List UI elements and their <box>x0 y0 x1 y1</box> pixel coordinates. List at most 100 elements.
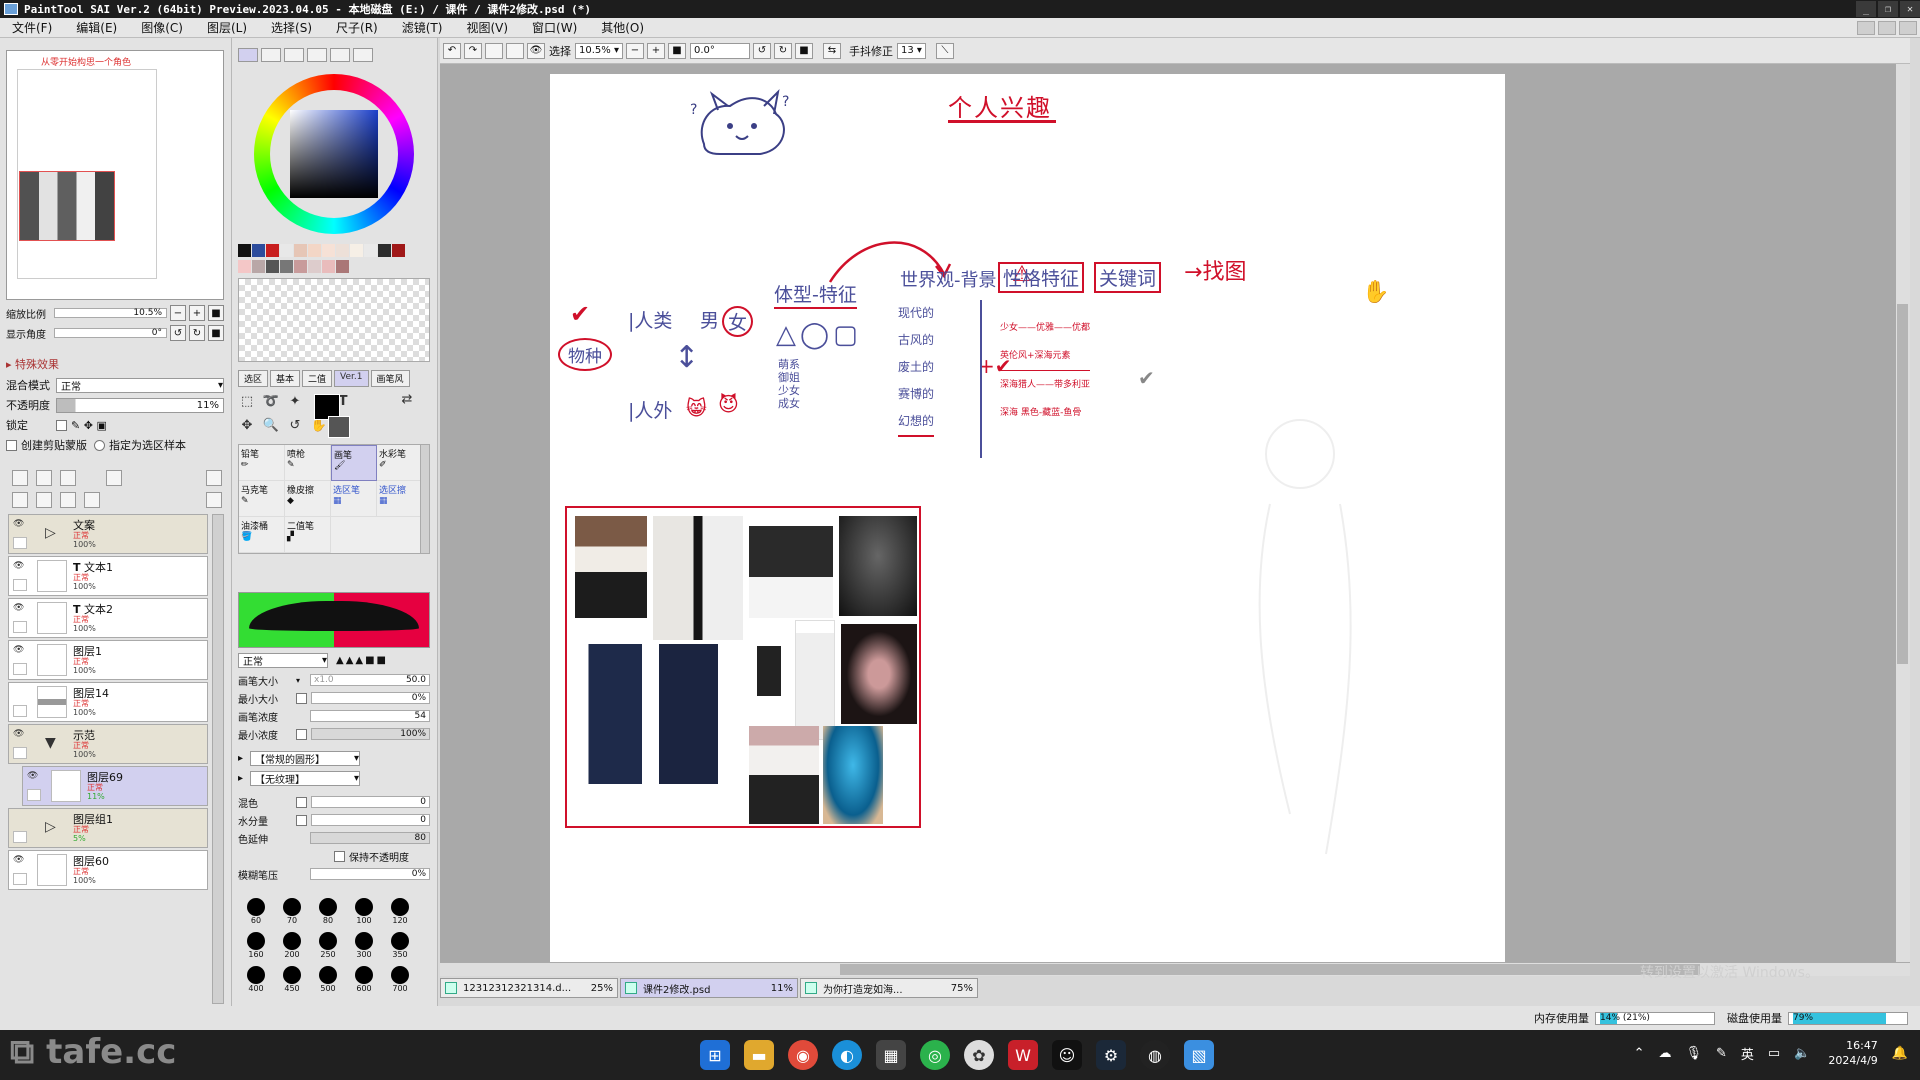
rotate-left-button[interactable]: ↺ <box>170 325 186 341</box>
rgb-slider-tab[interactable] <box>261 48 281 62</box>
layer-item[interactable]: ▷ 图层组1 正常 5% <box>8 808 208 848</box>
store-icon[interactable]: ▦ <box>876 1040 906 1070</box>
density-slider[interactable]: 54 <box>310 710 430 722</box>
sai-icon[interactable]: ✿ <box>964 1040 994 1070</box>
new-folder-icon[interactable] <box>60 470 76 486</box>
edge-icon[interactable]: ◐ <box>832 1040 862 1070</box>
rotate-right-button[interactable]: ↻ <box>189 325 205 341</box>
network-icon[interactable]: ▭ <box>1768 1046 1780 1061</box>
menu-filter[interactable]: 滤镜(T) <box>390 19 455 36</box>
mixer-tab[interactable] <box>307 48 327 62</box>
lock-icon[interactable]: ▣ <box>96 419 106 432</box>
zoom-in-icon[interactable]: + <box>646 42 665 59</box>
menu-view[interactable]: 视图(V) <box>454 19 520 36</box>
layer-item[interactable]: 👁 图层1 正常 100% <box>8 640 208 680</box>
color-wheel[interactable] <box>254 74 414 234</box>
eye-icon[interactable]: 👁 <box>13 729 29 743</box>
layer-lock-box[interactable] <box>13 831 27 843</box>
size-preset[interactable]: 450 <box>274 966 310 1000</box>
size-preset[interactable]: 70 <box>274 898 310 932</box>
swatch[interactable] <box>364 244 377 257</box>
zoom-fit-icon[interactable]: ■ <box>667 42 686 59</box>
eye-hidden-icon[interactable] <box>13 687 29 701</box>
transfer-down-icon[interactable] <box>12 492 28 508</box>
min-density-slider[interactable]: 100% <box>311 728 430 740</box>
show-selection-icon[interactable]: 👁 <box>527 42 545 59</box>
swatch[interactable] <box>252 260 265 273</box>
brush-grid-scrollbar[interactable] <box>420 444 430 554</box>
tool-tab-select[interactable]: 选区 <box>238 370 269 387</box>
size-preset[interactable]: 250 <box>310 932 346 966</box>
swatch[interactable] <box>308 260 321 273</box>
menu-edit[interactable]: 编辑(E) <box>64 19 129 36</box>
layer-item[interactable]: 👁 ▼ 示范 正常 100% <box>8 724 208 764</box>
size-preset[interactable]: 300 <box>346 932 382 966</box>
size-preset[interactable]: 160 <box>238 932 274 966</box>
layer-item[interactable]: 👁 T 文本1 正常 100% <box>8 556 208 596</box>
minimize-button[interactable]: _ <box>1856 1 1876 17</box>
steam-icon[interactable]: ⚙ <box>1096 1040 1126 1070</box>
size-preset[interactable]: 100 <box>346 898 382 932</box>
chevron-right-icon[interactable]: ▷ <box>45 525 56 541</box>
chevron-right-icon[interactable]: ▸ <box>238 753 250 764</box>
brush-bucket[interactable]: 油漆桶 🪣 <box>239 517 285 553</box>
swatch[interactable] <box>266 244 279 257</box>
layer-lock-box[interactable] <box>13 537 27 549</box>
tool-tab-binary[interactable]: 二值 <box>302 370 333 387</box>
eye-icon[interactable]: 👁 <box>13 603 29 617</box>
qq-icon[interactable]: ☺ <box>1052 1040 1082 1070</box>
swatch[interactable] <box>378 244 391 257</box>
eye-icon[interactable]: 👁 <box>13 855 29 869</box>
volume-icon[interactable]: 🔈 <box>1794 1046 1810 1061</box>
scrollbar-thumb[interactable] <box>1897 304 1908 664</box>
scratchpad-area[interactable] <box>238 278 430 362</box>
layer-item[interactable]: 👁 图层60 正常 100% <box>8 850 208 890</box>
scrollbar-thumb[interactable] <box>840 964 1700 975</box>
chevron-right-icon[interactable]: ▸ <box>238 773 250 784</box>
swatch[interactable] <box>322 244 335 257</box>
brush-shape-select[interactable]: 【常规的圆形】 ▾ <box>250 750 360 766</box>
chevron-right-icon[interactable]: ▷ <box>45 819 56 835</box>
swatch[interactable] <box>294 260 307 273</box>
zoom-slider[interactable]: 10.5% <box>54 308 167 318</box>
min-size-pressure-checkbox[interactable] <box>296 692 307 704</box>
pressure-slider[interactable]: 0% <box>310 868 430 880</box>
swatch[interactable] <box>294 244 307 257</box>
angle-slider[interactable]: 0° <box>54 328 167 338</box>
flip-icon[interactable]: ⇆ <box>822 42 841 59</box>
tool-tab-ver1[interactable]: Ver.1 <box>334 370 369 387</box>
layer-item-selected[interactable]: 👁 图层69 正常 11% <box>22 766 208 806</box>
selection-sample-radio[interactable] <box>94 439 105 451</box>
canvas-area[interactable]: ?? 个人兴趣 物种 ✔ |人类 男 女 ↕ |人外 😸 😈 体型-特征 △◯▢… <box>440 64 1910 962</box>
swatch[interactable] <box>252 244 265 257</box>
chrome-icon[interactable]: ◉ <box>788 1040 818 1070</box>
size-preset[interactable]: 400 <box>238 966 274 1000</box>
stabilizer-select[interactable]: 13 ▾ <box>896 42 926 59</box>
brush-size-slider[interactable]: x1.0 50.0 <box>310 674 430 686</box>
mix-slider[interactable]: 0 <box>311 796 430 808</box>
eye-hidden-icon[interactable] <box>13 813 29 827</box>
chevron-down-icon[interactable]: ▾ <box>296 676 310 685</box>
size-preset[interactable]: 700 <box>382 966 418 1000</box>
brush-brush-selected[interactable]: 画笔 🖌 <box>331 445 377 481</box>
layer-lock-box[interactable] <box>13 705 27 717</box>
menu-image[interactable]: 图像(C) <box>129 19 195 36</box>
reference-board[interactable] <box>565 506 921 828</box>
zoom-tool-icon[interactable]: 🔍 <box>262 416 280 434</box>
swatch[interactable] <box>280 260 293 273</box>
keep-opacity-checkbox[interactable] <box>334 850 345 862</box>
tool-tab-brush-style[interactable]: 画笔风 <box>370 370 410 387</box>
brush-mode-select[interactable]: 正常 ▾ <box>238 652 328 668</box>
document-tab[interactable]: 12312312321314.d... 25% <box>440 978 618 998</box>
blend-mode-select[interactable]: 正常 ▾ <box>56 377 224 393</box>
rotate-tool-icon[interactable]: ↺ <box>286 416 304 434</box>
brush-marker[interactable]: 马克笔 ✎ <box>239 481 285 517</box>
swatch[interactable] <box>280 244 293 257</box>
obs-icon[interactable]: ◍ <box>1140 1040 1170 1070</box>
clear-layer-icon[interactable] <box>60 492 76 508</box>
hsv-slider-tab[interactable] <box>284 48 304 62</box>
swatch[interactable] <box>322 260 335 273</box>
brush-watercolor[interactable]: 水彩笔 ✐ <box>377 445 423 481</box>
brush-airbrush[interactable]: 喷枪 ✎ <box>285 445 331 481</box>
document-tab[interactable]: 为你打造宠如海... 75% <box>800 978 978 998</box>
